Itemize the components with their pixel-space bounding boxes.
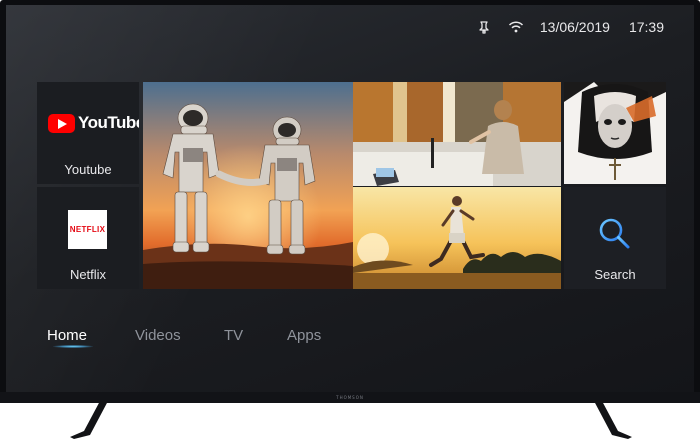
app-tile-label: Netflix (69, 267, 107, 282)
youtube-logo-text: YouTube (78, 113, 139, 132)
tv-frame: 13/06/2019 17:39 YouTube Youtube NETFLIX… (0, 0, 700, 403)
tv-stand-left (70, 401, 128, 439)
notification-icon (476, 19, 492, 35)
netflix-logo: NETFLIX (68, 210, 107, 249)
youtube-logo: YouTube (48, 113, 139, 133)
youtube-play-icon (48, 113, 75, 133)
tv-screen: 13/06/2019 17:39 YouTube Youtube NETFLIX… (6, 5, 694, 392)
nav-item-apps[interactable]: Apps (287, 327, 321, 344)
status-date: 13/06/2019 (539, 19, 610, 35)
nun-thumbnail[interactable] (564, 82, 666, 184)
wifi-icon (508, 19, 524, 35)
netflix-logo-text: NETFLIX (69, 225, 106, 234)
search-icon (599, 218, 630, 249)
app-tile-netflix[interactable]: NETFLIX Netflix (37, 187, 139, 289)
search-label: Search (594, 267, 636, 282)
status-time: 17:39 (628, 19, 664, 35)
nav-item-home[interactable]: Home (47, 327, 87, 344)
status-bar: 13/06/2019 17:39 (476, 17, 664, 37)
tv-brand-logo: THOMSON (336, 395, 364, 400)
search-tile[interactable]: Search (564, 187, 666, 289)
meeting-thumbnail[interactable] (353, 82, 561, 186)
astronauts-thumbnail[interactable] (143, 82, 353, 289)
nav-selection-indicator (53, 345, 93, 348)
runner-thumbnail[interactable] (353, 187, 561, 289)
app-tile-youtube[interactable]: YouTube Youtube (37, 82, 139, 184)
tv-stand-right (574, 401, 632, 439)
nav-item-videos[interactable]: Videos (135, 327, 181, 344)
nav-item-tv[interactable]: TV (224, 327, 243, 344)
app-tile-label: Youtube (64, 162, 112, 177)
